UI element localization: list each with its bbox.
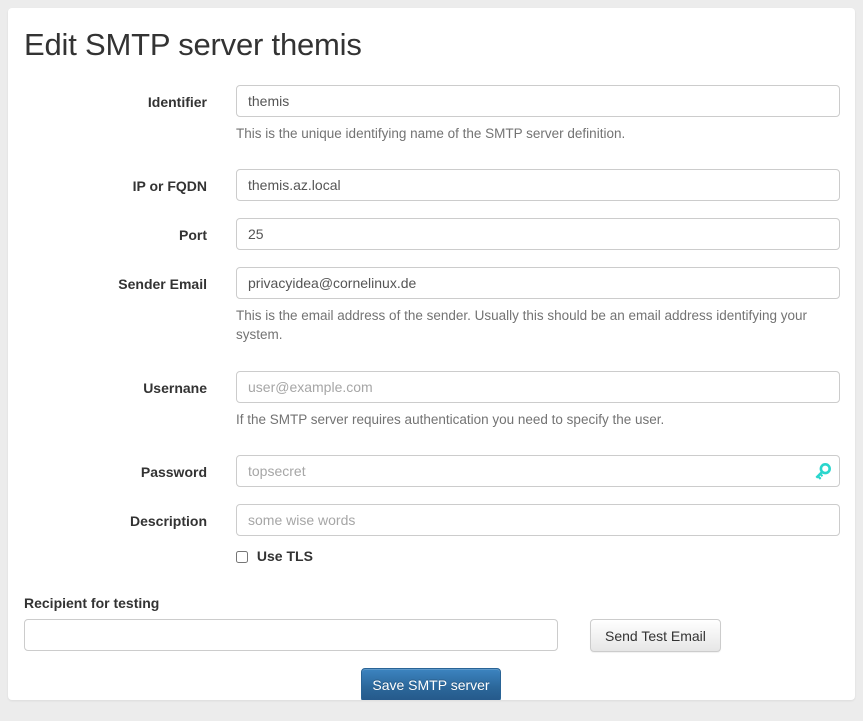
recipient-for-testing-input[interactable] bbox=[24, 619, 558, 651]
description-input[interactable] bbox=[236, 504, 840, 536]
form-row-description: Description bbox=[8, 504, 855, 538]
password-label: Password bbox=[140, 464, 207, 480]
form-row-sender-email: Sender Email bbox=[8, 267, 855, 301]
description-label: Description bbox=[129, 513, 207, 529]
use-tls-row: Use TLS bbox=[236, 548, 313, 568]
use-tls-checkbox[interactable] bbox=[236, 551, 248, 563]
port-input[interactable] bbox=[236, 218, 840, 250]
send-test-email-button[interactable]: Send Test Email bbox=[590, 619, 721, 652]
form-row-identifier: Identifier bbox=[8, 85, 855, 119]
use-tls-label[interactable]: Use TLS bbox=[257, 548, 313, 564]
port-label: Port bbox=[179, 227, 207, 243]
username-help-text: If the SMTP server requires authenticati… bbox=[236, 412, 665, 427]
form-row-username: Usernane bbox=[8, 371, 855, 405]
sender-email-help-text: This is the email address of the sender.… bbox=[236, 308, 808, 342]
form-row-password: Password bbox=[8, 455, 855, 489]
recipient-for-testing-label: Recipient for testing bbox=[24, 595, 160, 611]
edit-smtp-server-card: Edit SMTP server themis Identifier This … bbox=[8, 8, 855, 700]
key-icon[interactable] bbox=[812, 461, 833, 482]
identifier-input[interactable] bbox=[236, 85, 840, 117]
password-input-wrapper bbox=[236, 455, 840, 487]
form-row-ip-or-fqdn: IP or FQDN bbox=[8, 169, 855, 203]
identifier-label: Identifier bbox=[147, 94, 207, 110]
page-title: Edit SMTP server themis bbox=[24, 27, 362, 62]
username-input[interactable] bbox=[236, 371, 840, 403]
ip-or-fqdn-input[interactable] bbox=[236, 169, 840, 201]
ip-or-fqdn-label: IP or FQDN bbox=[132, 178, 207, 194]
form-row-port: Port bbox=[8, 218, 855, 252]
sender-email-input[interactable] bbox=[236, 267, 840, 299]
password-input[interactable] bbox=[236, 455, 840, 487]
identifier-help-text: This is the unique identifying name of t… bbox=[236, 126, 626, 141]
username-label: Usernane bbox=[143, 380, 207, 396]
sender-email-label: Sender Email bbox=[118, 276, 207, 292]
save-smtp-server-button[interactable]: Save SMTP server bbox=[361, 668, 501, 700]
